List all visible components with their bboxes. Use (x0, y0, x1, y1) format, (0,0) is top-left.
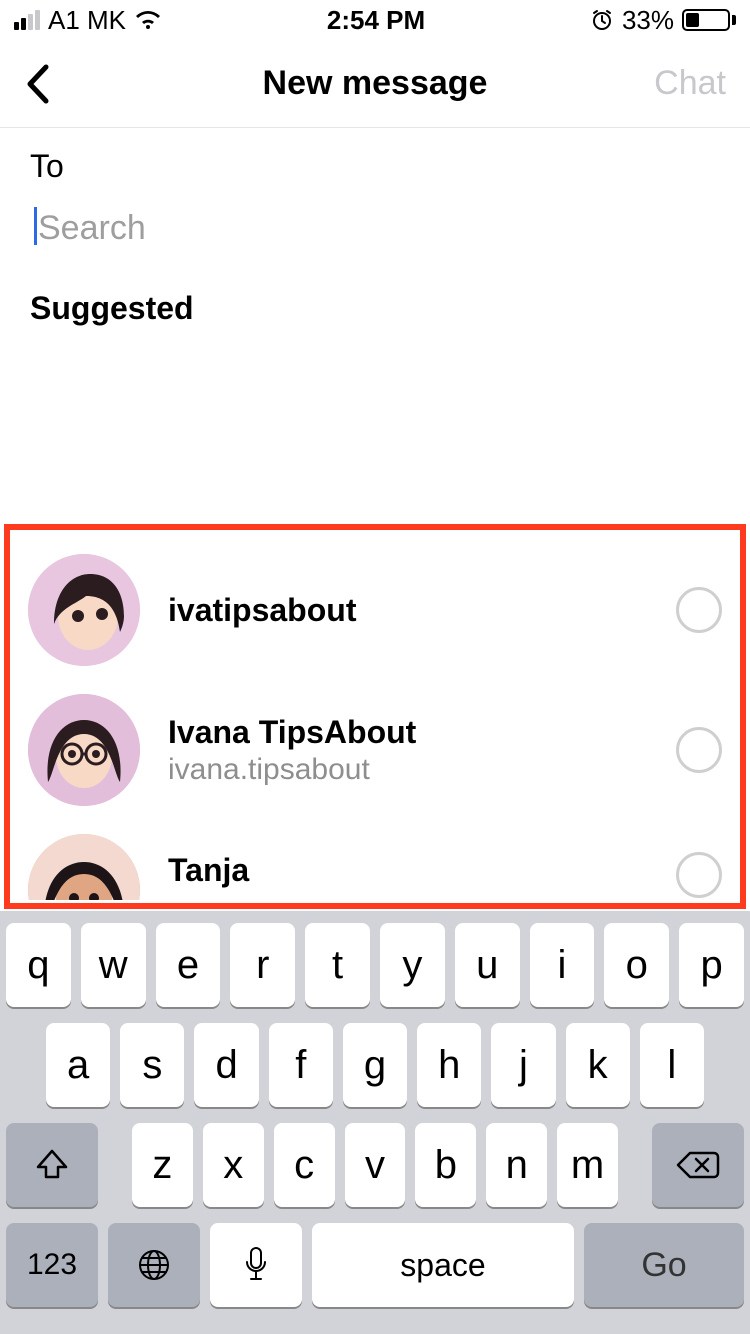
key-i[interactable]: i (530, 923, 595, 1007)
status-bar: A1 MK 2:54 PM 33% (0, 0, 750, 40)
key-s[interactable]: s (120, 1023, 184, 1107)
key-r[interactable]: r (230, 923, 295, 1007)
carrier-label: A1 MK (48, 5, 126, 36)
space-key[interactable]: space (312, 1223, 574, 1307)
key-k[interactable]: k (566, 1023, 630, 1107)
key-m[interactable]: m (557, 1123, 618, 1207)
list-item-sub: ivana.tipsabout (168, 753, 648, 787)
key-g[interactable]: g (343, 1023, 407, 1107)
page-title: New message (0, 64, 750, 103)
signal-icon (14, 10, 40, 30)
key-b[interactable]: b (415, 1123, 476, 1207)
key-v[interactable]: v (345, 1123, 406, 1207)
select-radio[interactable] (676, 727, 722, 773)
alarm-icon (590, 8, 614, 32)
select-radio[interactable] (676, 587, 722, 633)
key-a[interactable]: a (46, 1023, 110, 1107)
back-button[interactable] (24, 63, 50, 105)
key-f[interactable]: f (269, 1023, 333, 1107)
list-item[interactable]: Tanja (0, 820, 750, 900)
shift-key[interactable] (6, 1123, 98, 1207)
status-time: 2:54 PM (327, 5, 425, 36)
status-right: 33% (590, 5, 736, 36)
avatar (28, 554, 140, 666)
text-cursor (34, 207, 37, 245)
avatar (28, 834, 140, 900)
search-input[interactable] (30, 203, 720, 254)
key-e[interactable]: e (156, 923, 221, 1007)
key-w[interactable]: w (81, 923, 146, 1007)
list-item-name: Tanja (168, 852, 648, 889)
globe-key[interactable] (108, 1223, 200, 1307)
status-left: A1 MK (14, 5, 162, 36)
key-y[interactable]: y (380, 923, 445, 1007)
key-x[interactable]: x (203, 1123, 264, 1207)
key-j[interactable]: j (491, 1023, 555, 1107)
numbers-key[interactable]: 123 (6, 1223, 98, 1307)
to-label: To (30, 148, 720, 185)
key-l[interactable]: l (640, 1023, 704, 1107)
dictation-key[interactable] (210, 1223, 302, 1307)
key-c[interactable]: c (274, 1123, 335, 1207)
keyboard: qwertyuiop asdfghjkl zxcvbnm 123 space G… (0, 911, 750, 1334)
key-z[interactable]: z (132, 1123, 193, 1207)
battery-icon (682, 9, 736, 31)
chat-button[interactable]: Chat (654, 64, 726, 103)
backspace-key[interactable] (652, 1123, 744, 1207)
key-d[interactable]: d (194, 1023, 258, 1107)
list-item[interactable]: ivatipsabout (0, 540, 750, 680)
key-p[interactable]: p (679, 923, 744, 1007)
key-h[interactable]: h (417, 1023, 481, 1107)
key-u[interactable]: u (455, 923, 520, 1007)
key-o[interactable]: o (604, 923, 669, 1007)
go-key[interactable]: Go (584, 1223, 744, 1307)
list-item-name: Ivana TipsAbout (168, 714, 648, 751)
suggested-heading: Suggested (30, 290, 720, 327)
key-q[interactable]: q (6, 923, 71, 1007)
battery-pct: 33% (622, 5, 674, 36)
avatar (28, 694, 140, 806)
wifi-icon (134, 9, 162, 31)
key-n[interactable]: n (486, 1123, 547, 1207)
search-field-wrap[interactable] (30, 203, 720, 254)
suggested-list: ivatipsabout Ivana TipsAbout ivana.tipsa… (0, 540, 750, 900)
list-item-name: ivatipsabout (168, 592, 648, 629)
select-radio[interactable] (676, 852, 722, 898)
key-t[interactable]: t (305, 923, 370, 1007)
list-item[interactable]: Ivana TipsAbout ivana.tipsabout (0, 680, 750, 820)
nav-bar: New message Chat (0, 40, 750, 128)
